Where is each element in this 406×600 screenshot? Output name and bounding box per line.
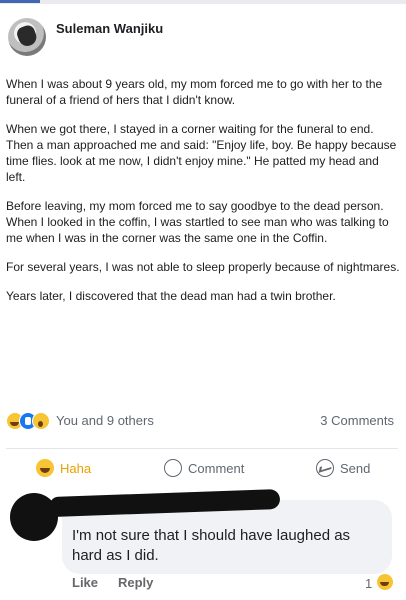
comment-icon [164, 459, 182, 477]
post-paragraph: When we got there, I stayed in a corner … [6, 122, 397, 184]
avatar-mark [15, 23, 39, 49]
comment-label: Comment [188, 460, 245, 476]
post-paragraph: For several years, I was not able to sle… [6, 260, 400, 274]
post-header: Suleman Wanjiku [8, 16, 398, 60]
haha-label: Haha [60, 460, 92, 476]
haha-icon [377, 574, 393, 590]
wow-icon [32, 412, 50, 430]
comment-text: I'm not sure that I should have laughed … [72, 527, 351, 564]
reactions-bar: You and 9 others 3 Comments [6, 411, 398, 431]
comment-reaction-count[interactable]: 1 [365, 576, 372, 591]
author-name[interactable]: Suleman Wanjiku [56, 21, 163, 36]
send-label: Send [340, 460, 371, 476]
comment-actions: Like Reply 1 [72, 574, 402, 593]
comment-button[interactable]: Comment [164, 457, 244, 479]
post-text: When I was about 9 years old, my mom for… [6, 76, 400, 317]
author-avatar[interactable] [8, 18, 46, 56]
comment-like-button[interactable]: Like [72, 575, 98, 590]
comment: I'm not sure that I should have laughed … [0, 488, 406, 574]
top-strip-accent [0, 0, 40, 3]
comments-count[interactable]: 3 Comments [320, 413, 394, 428]
post-paragraph: Before leaving, my mom forced me to say … [6, 199, 389, 245]
haha-button[interactable]: Haha [36, 457, 91, 479]
post-paragraph: When I was about 9 years old, my mom for… [6, 77, 383, 107]
send-button[interactable]: Send [316, 457, 370, 479]
haha-icon [36, 459, 54, 477]
send-icon [316, 459, 334, 477]
post-paragraph: Years later, I discovered that the dead … [6, 289, 336, 303]
reaction-summary[interactable]: You and 9 others [56, 413, 154, 428]
post-actions: Haha Comment Send [6, 448, 398, 479]
top-strip [0, 0, 406, 4]
comment-reply-button[interactable]: Reply [118, 575, 153, 590]
